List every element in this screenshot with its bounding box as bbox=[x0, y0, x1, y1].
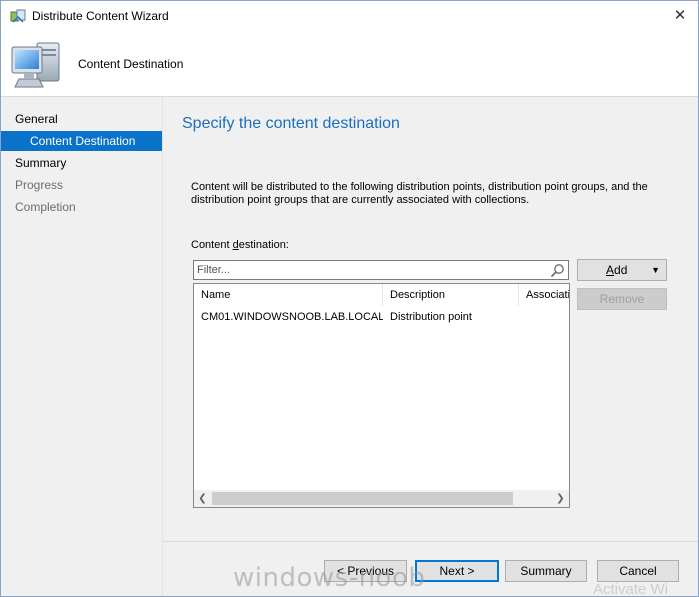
computer-icon bbox=[11, 42, 60, 88]
nav-item-summary[interactable]: Summary bbox=[1, 153, 162, 173]
nav-item-progress: Progress bbox=[15, 178, 64, 192]
previous-button[interactable]: < Previous bbox=[324, 560, 407, 582]
label-prefix: Content bbox=[191, 239, 233, 251]
add-button[interactable]: Add ▼ bbox=[577, 259, 667, 281]
scroll-right-icon[interactable]: ❯ bbox=[552, 490, 569, 507]
column-header-description[interactable]: Description bbox=[383, 284, 519, 306]
page-title: Specify the content destination bbox=[182, 115, 400, 132]
wizard-content: Specify the content destination Content … bbox=[163, 97, 698, 596]
filter-box[interactable] bbox=[193, 260, 569, 280]
footer-divider bbox=[163, 541, 698, 542]
label-suffix: estination: bbox=[238, 239, 289, 251]
page-description: Content will be distributed to the follo… bbox=[191, 181, 648, 206]
filter-input[interactable] bbox=[197, 262, 537, 278]
close-button[interactable]: ✕ bbox=[670, 6, 690, 26]
cancel-button[interactable]: Cancel bbox=[597, 560, 679, 582]
scroll-thumb[interactable] bbox=[212, 492, 513, 505]
scroll-left-icon[interactable]: ❮ bbox=[194, 490, 211, 507]
add-button-label: Add bbox=[606, 260, 627, 280]
wizard-nav: General Content Destination Summary Prog… bbox=[1, 97, 163, 596]
window-title: Distribute Content Wizard bbox=[32, 9, 169, 23]
wizard-app-icon bbox=[10, 9, 26, 23]
column-header-name[interactable]: Name bbox=[194, 284, 383, 306]
title-bar[interactable]: Distribute Content Wizard ✕ bbox=[1, 1, 698, 31]
remove-button: Remove bbox=[577, 288, 667, 310]
content-destination-label: Content destination: bbox=[191, 239, 289, 251]
wizard-header: Content Destination bbox=[1, 31, 698, 97]
horizontal-scrollbar[interactable]: ❮ ❯ bbox=[194, 490, 569, 507]
next-button[interactable]: Next > bbox=[415, 560, 499, 582]
row-description-cell[interactable]: Distribution point bbox=[383, 308, 519, 326]
add-mnemonic: A bbox=[606, 263, 615, 277]
destination-list[interactable]: Name Description Associatio CM01.WINDOWS… bbox=[193, 283, 570, 508]
column-header-associations[interactable]: Associatio bbox=[519, 284, 569, 306]
summary-button[interactable]: Summary bbox=[505, 560, 587, 582]
header-title: Content Destination bbox=[78, 57, 184, 71]
row-name-cell[interactable]: CM01.WINDOWSNOOB.LAB.LOCAL bbox=[194, 308, 383, 326]
nav-item-content-destination[interactable]: Content Destination bbox=[1, 131, 162, 151]
dropdown-arrow-icon: ▼ bbox=[651, 265, 660, 275]
close-icon: ✕ bbox=[673, 7, 687, 24]
search-icon[interactable] bbox=[550, 263, 565, 278]
nav-item-completion: Completion bbox=[15, 200, 76, 214]
nav-item-general[interactable]: General bbox=[1, 109, 162, 129]
wizard-window: Distribute Content Wizard ✕ Content Dest… bbox=[0, 0, 699, 597]
add-rest: dd bbox=[614, 263, 628, 277]
